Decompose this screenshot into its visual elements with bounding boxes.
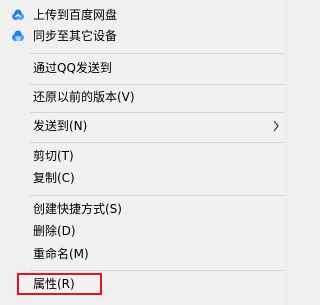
- menu-item-sync-devices[interactable]: 同步至其它设备: [0, 25, 287, 47]
- menu-item-label: 创建快捷方式(S): [33, 202, 122, 216]
- menu-item-cut[interactable]: 剪切(T): [0, 145, 287, 167]
- menu-separator: [30, 195, 284, 196]
- menu-item-label: 发送到(N): [33, 119, 88, 133]
- baidu-netdisk-icon: [12, 9, 24, 20]
- menu-item-upload-baidu[interactable]: 上传到百度网盘: [0, 4, 287, 26]
- context-menu: 上传到百度网盘 同步至其它设备 通过QQ发送到 还原以前的版本(V) 发送到(N…: [0, 0, 287, 305]
- menu-item-label: 重命名(M): [33, 247, 89, 261]
- menu-separator: [30, 142, 284, 143]
- menu-separator: [30, 112, 284, 113]
- menu-item-label: 上传到百度网盘: [33, 8, 118, 22]
- menu-item-label: 还原以前的版本(V): [33, 90, 135, 104]
- menu-item-delete[interactable]: 删除(D): [0, 220, 287, 242]
- menu-item-send-via-qq[interactable]: 通过QQ发送到: [0, 57, 287, 79]
- menu-border: [286, 0, 287, 305]
- menu-item-label: 通过QQ发送到: [33, 61, 112, 75]
- menu-item-create-shortcut[interactable]: 创建快捷方式(S): [0, 198, 287, 220]
- menu-item-label: 同步至其它设备: [33, 29, 118, 43]
- menu-item-label: 复制(C): [33, 171, 75, 185]
- menu-item-send-to[interactable]: 发送到(N): [0, 115, 287, 137]
- menu-item-label: 删除(D): [33, 224, 76, 238]
- properties-highlight-box: [17, 273, 102, 295]
- baidu-netdisk-icon: [12, 30, 24, 41]
- menu-item-copy[interactable]: 复制(C): [0, 167, 287, 189]
- menu-item-restore-previous-versions[interactable]: 还原以前的版本(V): [0, 86, 287, 108]
- menu-separator: [30, 270, 284, 271]
- menu-separator: [30, 84, 284, 85]
- menu-item-rename[interactable]: 重命名(M): [0, 243, 287, 265]
- chevron-right-icon: [273, 120, 279, 132]
- menu-item-label: 剪切(T): [33, 149, 74, 163]
- menu-separator: [30, 53, 284, 54]
